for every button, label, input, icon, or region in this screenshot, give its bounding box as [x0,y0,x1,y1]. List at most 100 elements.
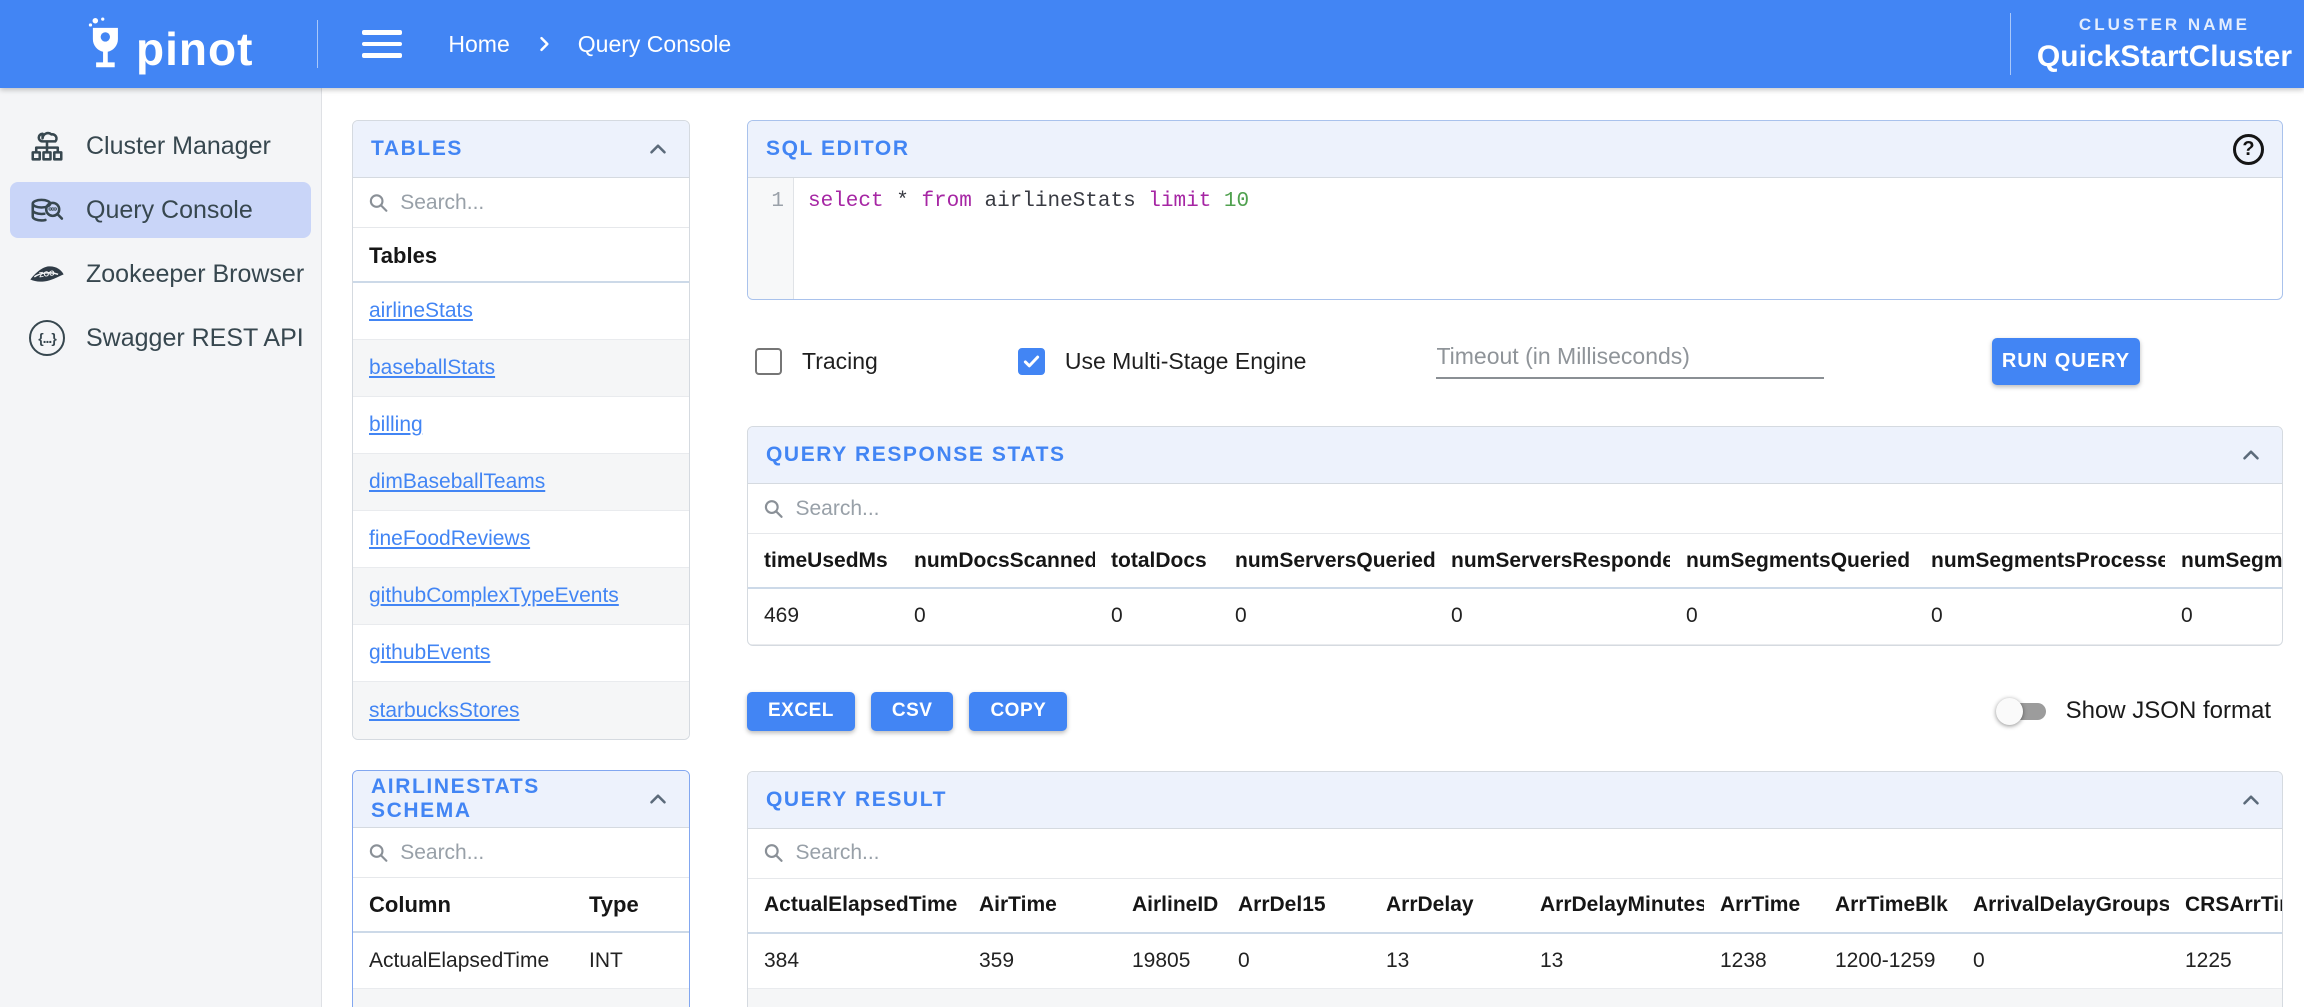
schema-search-row [353,828,689,878]
tables-search-input[interactable] [400,191,675,215]
menu-hamburger-icon[interactable] [362,23,402,65]
tables-panel-title: TABLES [371,137,463,161]
result-cell: 359 [963,933,1116,989]
table-link[interactable]: dimBaseballTeams [369,470,545,494]
result-cell: 13 [1524,933,1704,989]
table-row: starbucksStores [353,682,689,739]
table-link[interactable]: billing [369,413,423,437]
schema-panel-header: AIRLINESTATS SCHEMA [353,771,689,828]
schema-col-header-type: Type [589,892,689,918]
tables-collapse-button[interactable] [645,136,671,162]
table-link[interactable]: starbucksStores [369,699,520,723]
result-col-header: ArrivalDelayGroups [1957,879,2169,933]
stats-header-row: timeUsedMs numDocsScanned totalDocs numS… [748,534,2282,588]
result-cell: 1625 [2169,989,2282,1007]
schema-search-input[interactable] [400,841,675,865]
table-link[interactable]: airlineStats [369,299,473,323]
table-link[interactable]: baseballStats [369,356,495,380]
excel-button[interactable]: EXCEL [747,692,855,731]
logo-text: pinot [136,26,253,72]
sql-token: limit [1148,190,1211,213]
multistage-control: Use Multi-Stage Engine [1018,348,1307,375]
sql-query-text: select * from airlineStats limit 10 [794,178,1249,299]
toggle-knob [1996,698,2023,725]
result-cell: 1225 [2169,933,2282,989]
result-cell: 351 [963,989,1116,1007]
left-column: TABLES Tables airlineStats baseballStats… [352,88,690,1007]
result-collapse-button[interactable] [2238,787,2264,813]
sidebar-item-cluster-manager[interactable]: Cluster Manager [10,118,311,174]
result-search-input[interactable] [795,841,2268,865]
result-cell: 368 [748,989,963,1007]
show-json-toggle[interactable] [2000,703,2046,720]
sidebar: Cluster Manager Query Console [0,88,322,1007]
sidebar-item-query-console[interactable]: Query Console [10,182,311,238]
stats-data-row: 469 0 0 0 0 0 0 0 [748,588,2282,644]
stats-panel-header: QUERY RESPONSE STATS [748,427,2282,484]
result-cell: 0 [1957,989,2169,1007]
sidebar-item-swagger-rest-api[interactable]: {...} Swagger REST API [10,310,311,366]
stats-col-header: totalDocs [1095,534,1219,588]
csv-button[interactable]: CSV [871,692,954,731]
schema-panel-title: AIRLINESTATS SCHEMA [371,775,645,823]
result-col-header: CRSArrTime [2169,879,2282,933]
breadcrumb-home[interactable]: Home [448,31,509,58]
table-link[interactable]: fineFoodReviews [369,527,530,551]
timeout-input[interactable] [1436,343,1824,370]
multistage-checkbox[interactable] [1018,348,1045,375]
stats-search-input[interactable] [795,497,2268,521]
sql-code-editor[interactable]: 1 select * from airlineStats limit 10 [748,178,2282,299]
tables-list-header: Tables [353,228,689,283]
stats-table: timeUsedMs numDocsScanned totalDocs numS… [748,534,2282,645]
result-col-header: AirlineID [1116,879,1222,933]
sql-editor-header: SQL EDITOR ? [748,121,2282,178]
result-cell: 0 [1222,989,1370,1007]
chevron-up-icon [2238,442,2264,468]
show-json-label: Show JSON format [2066,697,2271,725]
sql-editor-title: SQL EDITOR [766,137,910,161]
editor-line-number: 1 [748,178,794,299]
table-row: baseballStats [353,340,689,397]
result-cell: 1600-1659 [1819,989,1957,1007]
tables-list: airlineStats baseballStats billing dimBa… [353,283,689,739]
query-controls-row: Tracing Use Multi-Stage Engine RUN QUERY [747,336,2283,386]
schema-column-type: INT [589,949,689,973]
table-link[interactable]: githubEvents [369,641,490,665]
stats-collapse-button[interactable] [2238,442,2264,468]
timeout-field [1436,343,1824,379]
header-divider [317,20,318,68]
result-col-header: ArrDel15 [1222,879,1370,933]
result-cell: 1238 [1704,933,1819,989]
table-row: fineFoodReviews [353,511,689,568]
schema-collapse-button[interactable] [645,786,671,812]
table-link[interactable]: githubComplexTypeEvents [369,584,619,608]
help-icon[interactable]: ? [2233,134,2264,165]
schema-rows: ActualElapsedTime INT AirTime INT [353,933,689,1007]
stats-col-header: numServersResponded [1435,534,1670,588]
copy-button[interactable]: COPY [969,692,1067,731]
export-row: EXCEL CSV COPY Show JSON format [747,692,2283,731]
result-cell: 26 [1524,989,1704,1007]
sidebar-item-zookeeper-browser[interactable]: ZOO Zookeeper Browser [10,246,311,302]
result-data-row: 384 359 19805 0 13 13 1238 1200-1259 0 1… [748,933,2282,989]
result-panel-header: QUERY RESULT [748,772,2282,829]
sidebar-item-label: Swagger REST API [86,324,304,353]
stats-cell: 0 [1670,588,1915,644]
result-table: ActualElapsedTime AirTime AirlineID ArrD… [748,879,2282,1007]
stats-col-header: numSegmentsQueried [1670,534,1915,588]
tracing-checkbox[interactable] [755,348,782,375]
query-result-panel: QUERY RESULT ActualElapsedTime AirTime [747,771,2283,1007]
cluster-manager-icon [28,127,66,165]
stats-col-header: numSegmentsProcessed [1915,534,2165,588]
stats-cell: 469 [748,588,898,644]
top-bar: pinot Home Query Console CLUSTER NAME Qu… [0,0,2304,88]
run-query-button[interactable]: RUN QUERY [1992,338,2140,385]
schema-panel: AIRLINESTATS SCHEMA Column Type ActualEl… [352,770,690,1007]
result-col-header: ActualElapsedTime [748,879,963,933]
sidebar-item-label: Cluster Manager [86,132,271,161]
stats-col-header: numSegm [2165,534,2282,588]
stats-cell: 0 [1915,588,2165,644]
schema-row: ActualElapsedTime INT [353,933,689,989]
result-panel-title: QUERY RESULT [766,788,947,812]
result-header-row: ActualElapsedTime AirTime AirlineID ArrD… [748,879,2282,933]
